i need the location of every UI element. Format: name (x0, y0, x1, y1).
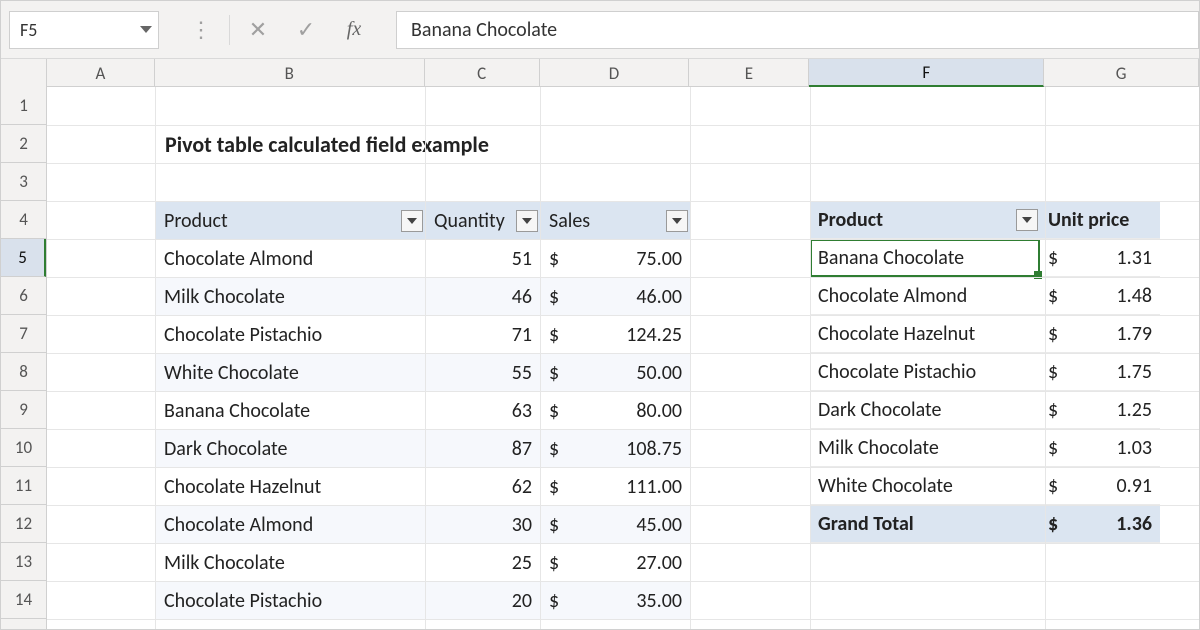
row-header[interactable]: 5 (1, 239, 46, 277)
pivot-row[interactable]: White Chocolate$0.91 (810, 467, 1160, 505)
column-header[interactable]: B (155, 59, 425, 87)
table-row[interactable]: Chocolate Almond30$45.00 (156, 506, 691, 544)
name-box[interactable]: F5 (9, 11, 159, 49)
column-header[interactable]: C (425, 59, 540, 87)
table-row[interactable]: Milk Chocolate25$27.00 (156, 544, 691, 582)
row-header[interactable]: 6 (1, 277, 46, 315)
column-header[interactable]: F (809, 59, 1044, 87)
select-all-corner[interactable] (1, 59, 47, 87)
col-sales[interactable]: Sales (541, 202, 691, 240)
row-header[interactable]: 7 (1, 315, 46, 353)
row-header[interactable]: 11 (1, 467, 46, 505)
col-product[interactable]: Product (156, 202, 426, 240)
row-header[interactable]: 14 (1, 581, 46, 619)
filter-icon[interactable] (1016, 209, 1038, 231)
table-row[interactable]: Milk Chocolate46$46.00 (156, 278, 691, 316)
cells-area[interactable]: Pivot table calculated field example Pro… (47, 87, 1199, 629)
table-row[interactable]: Banana Chocolate63$80.00 (156, 392, 691, 430)
pivot-table: Product Unit price Banana Chocolate$1.31… (810, 201, 1160, 543)
row-header[interactable]: 10 (1, 429, 46, 467)
column-header[interactable]: D (540, 59, 690, 87)
pivot-col-product[interactable]: Product (810, 201, 1040, 239)
table-row[interactable]: Chocolate Hazelnut62$111.00 (156, 468, 691, 506)
row-header[interactable]: 1 (1, 87, 46, 125)
more-icon[interactable]: ⋮ (177, 11, 225, 49)
enter-icon[interactable]: ✓ (282, 11, 330, 49)
name-box-value: F5 (20, 19, 37, 41)
pivot-col-unit-price: Unit price (1040, 201, 1160, 239)
fx-icon[interactable]: fx (330, 11, 378, 49)
source-table: Product Quantity Sales Chocolate Almond5… (155, 201, 691, 620)
column-header[interactable]: A (47, 59, 155, 87)
chevron-down-icon (140, 26, 152, 33)
page-title: Pivot table calculated field example (165, 131, 489, 158)
formula-input[interactable]: Banana Chocolate (396, 11, 1199, 49)
column-header[interactable]: E (689, 59, 809, 87)
grand-total-label: Grand Total (810, 505, 1040, 543)
row-header[interactable]: 9 (1, 391, 46, 429)
pivot-row[interactable]: Dark Chocolate$1.25 (810, 391, 1160, 429)
row-header[interactable]: 8 (1, 353, 46, 391)
pivot-row[interactable]: Chocolate Pistachio$1.75 (810, 353, 1160, 391)
filter-icon[interactable] (401, 210, 423, 232)
table-row[interactable]: Dark Chocolate87$108.75 (156, 430, 691, 468)
column-header[interactable]: G (1044, 59, 1199, 87)
pivot-row[interactable]: Chocolate Almond$1.48 (810, 277, 1160, 315)
row-header[interactable]: 12 (1, 505, 46, 543)
table-row[interactable]: Chocolate Pistachio20$35.00 (156, 582, 691, 620)
table-row[interactable]: Chocolate Almond51$75.00 (156, 240, 691, 278)
source-table-header: Product Quantity Sales (156, 202, 691, 240)
table-row[interactable]: Chocolate Pistachio71$124.25 (156, 316, 691, 354)
col-quantity[interactable]: Quantity (426, 202, 541, 240)
filter-icon[interactable] (666, 210, 688, 232)
table-row[interactable]: White Chocolate55$50.00 (156, 354, 691, 392)
filter-icon[interactable] (516, 210, 538, 232)
row-headers: 1234567891011121314 (1, 87, 47, 629)
spreadsheet-grid: ABCDEFG 1234567891011121314 Pivot table … (1, 59, 1199, 629)
column-headers: ABCDEFG (1, 59, 1199, 87)
row-header[interactable]: 13 (1, 543, 46, 581)
grand-total-value: $1.36 (1040, 505, 1160, 543)
formula-bar: F5 ⋮ ✕ ✓ fx Banana Chocolate (1, 1, 1199, 59)
row-header[interactable]: 2 (1, 125, 46, 163)
row-header[interactable]: 3 (1, 163, 46, 201)
pivot-row[interactable]: Milk Chocolate$1.03 (810, 429, 1160, 467)
cancel-icon[interactable]: ✕ (234, 11, 282, 49)
row-header[interactable]: 4 (1, 201, 46, 239)
formula-value: Banana Chocolate (411, 18, 557, 42)
pivot-row[interactable]: Banana Chocolate$1.31 (810, 239, 1160, 277)
pivot-row[interactable]: Chocolate Hazelnut$1.79 (810, 315, 1160, 353)
